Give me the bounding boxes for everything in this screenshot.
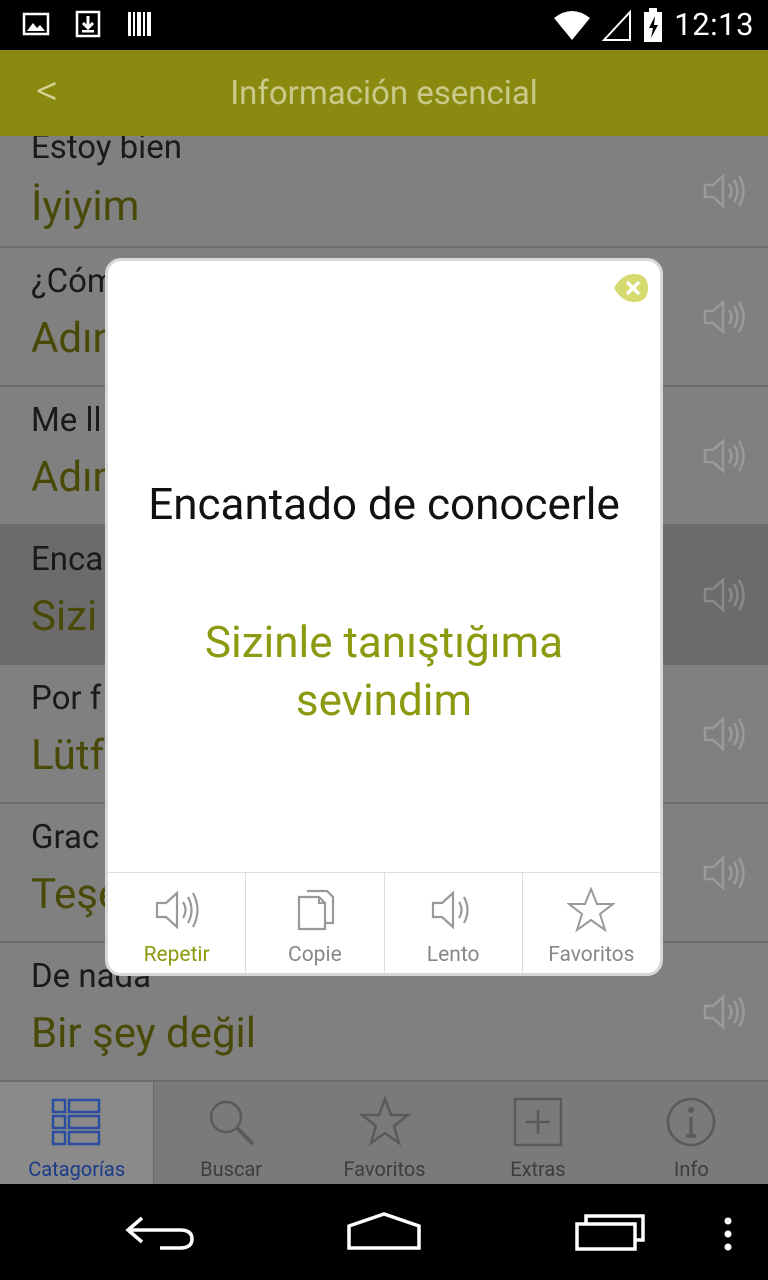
speaker-icon[interactable] xyxy=(702,992,746,1032)
phrase-spanish: Por f xyxy=(31,679,102,718)
info-icon xyxy=(667,1097,716,1147)
dialog-actions: Repetir Copie Lento Favoritos xyxy=(108,872,660,973)
tab-label: Catagorías xyxy=(28,1157,126,1181)
tab-label: Extras xyxy=(510,1157,566,1181)
home-nav-icon[interactable] xyxy=(346,1212,422,1252)
speaker-icon xyxy=(155,890,199,930)
phrase-turkish: İyiyim xyxy=(31,182,140,231)
plus-icon xyxy=(513,1097,563,1147)
barcode-icon xyxy=(128,12,151,36)
phrase-turkish: Lütf xyxy=(31,731,105,780)
phrase-spanish: ¿Cóm xyxy=(31,262,116,301)
close-icon[interactable] xyxy=(612,271,650,305)
action-label: Repetir xyxy=(143,943,210,967)
action-label: Copie xyxy=(288,943,342,967)
phrase-spanish: Grac xyxy=(31,818,100,857)
phrase-turkish: Sizi xyxy=(31,592,98,641)
phrase-spanish: Me ll xyxy=(31,401,102,440)
tab-label: Info xyxy=(673,1157,709,1181)
tab-label: Buscar xyxy=(200,1157,263,1181)
favorite-button[interactable]: Favoritos xyxy=(523,873,660,973)
image-icon xyxy=(22,12,50,36)
speaker-icon[interactable] xyxy=(702,714,746,754)
action-label: Favoritos xyxy=(548,943,635,967)
download-icon xyxy=(75,10,101,38)
tab-info[interactable]: Info xyxy=(615,1082,768,1184)
tab-label: Favoritos xyxy=(343,1157,426,1181)
clock: 12:13 xyxy=(674,6,754,43)
menu-overflow-icon[interactable] xyxy=(722,1216,734,1252)
tab-categorias[interactable]: Catagorías xyxy=(0,1082,155,1184)
dialog-spanish-phrase: Encantado de conocerle xyxy=(148,478,620,530)
phrase-dialog: Encantado de conocerle Sizinle tanıştığı… xyxy=(105,258,663,976)
list-item[interactable]: Estoy bien İyiyim xyxy=(0,136,768,248)
action-label: Lento xyxy=(426,943,480,967)
speaker-icon[interactable] xyxy=(702,853,746,893)
list-icon xyxy=(51,1098,100,1146)
signal-icon xyxy=(602,8,632,41)
tab-buscar[interactable]: Buscar xyxy=(154,1082,307,1184)
speaker-icon[interactable] xyxy=(702,436,746,476)
search-icon xyxy=(209,1100,255,1146)
star-icon xyxy=(358,1096,411,1147)
repeat-button[interactable]: Repetir xyxy=(108,873,247,973)
copy-icon xyxy=(297,889,334,931)
recents-nav-icon[interactable] xyxy=(574,1212,646,1252)
phrase-turkish: Adın xyxy=(31,314,116,363)
bottom-tab-bar: Catagorías Buscar Favoritos Extras Info xyxy=(0,1082,768,1184)
slow-button[interactable]: Lento xyxy=(385,873,523,973)
status-bar: 12:13 xyxy=(0,0,768,50)
battery-icon xyxy=(644,7,663,42)
tab-extras[interactable]: Extras xyxy=(461,1082,614,1184)
star-icon xyxy=(567,887,616,933)
speaker-icon[interactable] xyxy=(702,171,746,211)
back-nav-icon[interactable] xyxy=(124,1212,196,1252)
speaker-icon[interactable] xyxy=(702,297,746,337)
tab-favoritos[interactable]: Favoritos xyxy=(308,1082,461,1184)
phrase-turkish: Bir şey değil xyxy=(31,1009,256,1058)
dialog-turkish-phrase: Sizinle tanıştığıma sevindim xyxy=(204,616,564,726)
phrase-spanish: Estoy bien xyxy=(31,136,182,167)
copy-button[interactable]: Copie xyxy=(246,873,385,973)
system-nav-bar xyxy=(0,1184,768,1280)
wifi-icon xyxy=(554,10,591,40)
page-title: Información esencial xyxy=(230,74,538,113)
speaker-icon xyxy=(432,890,469,930)
app-bar: < Información esencial xyxy=(0,50,768,136)
speaker-icon[interactable] xyxy=(702,575,746,615)
phrase-spanish: Enca xyxy=(31,540,104,579)
